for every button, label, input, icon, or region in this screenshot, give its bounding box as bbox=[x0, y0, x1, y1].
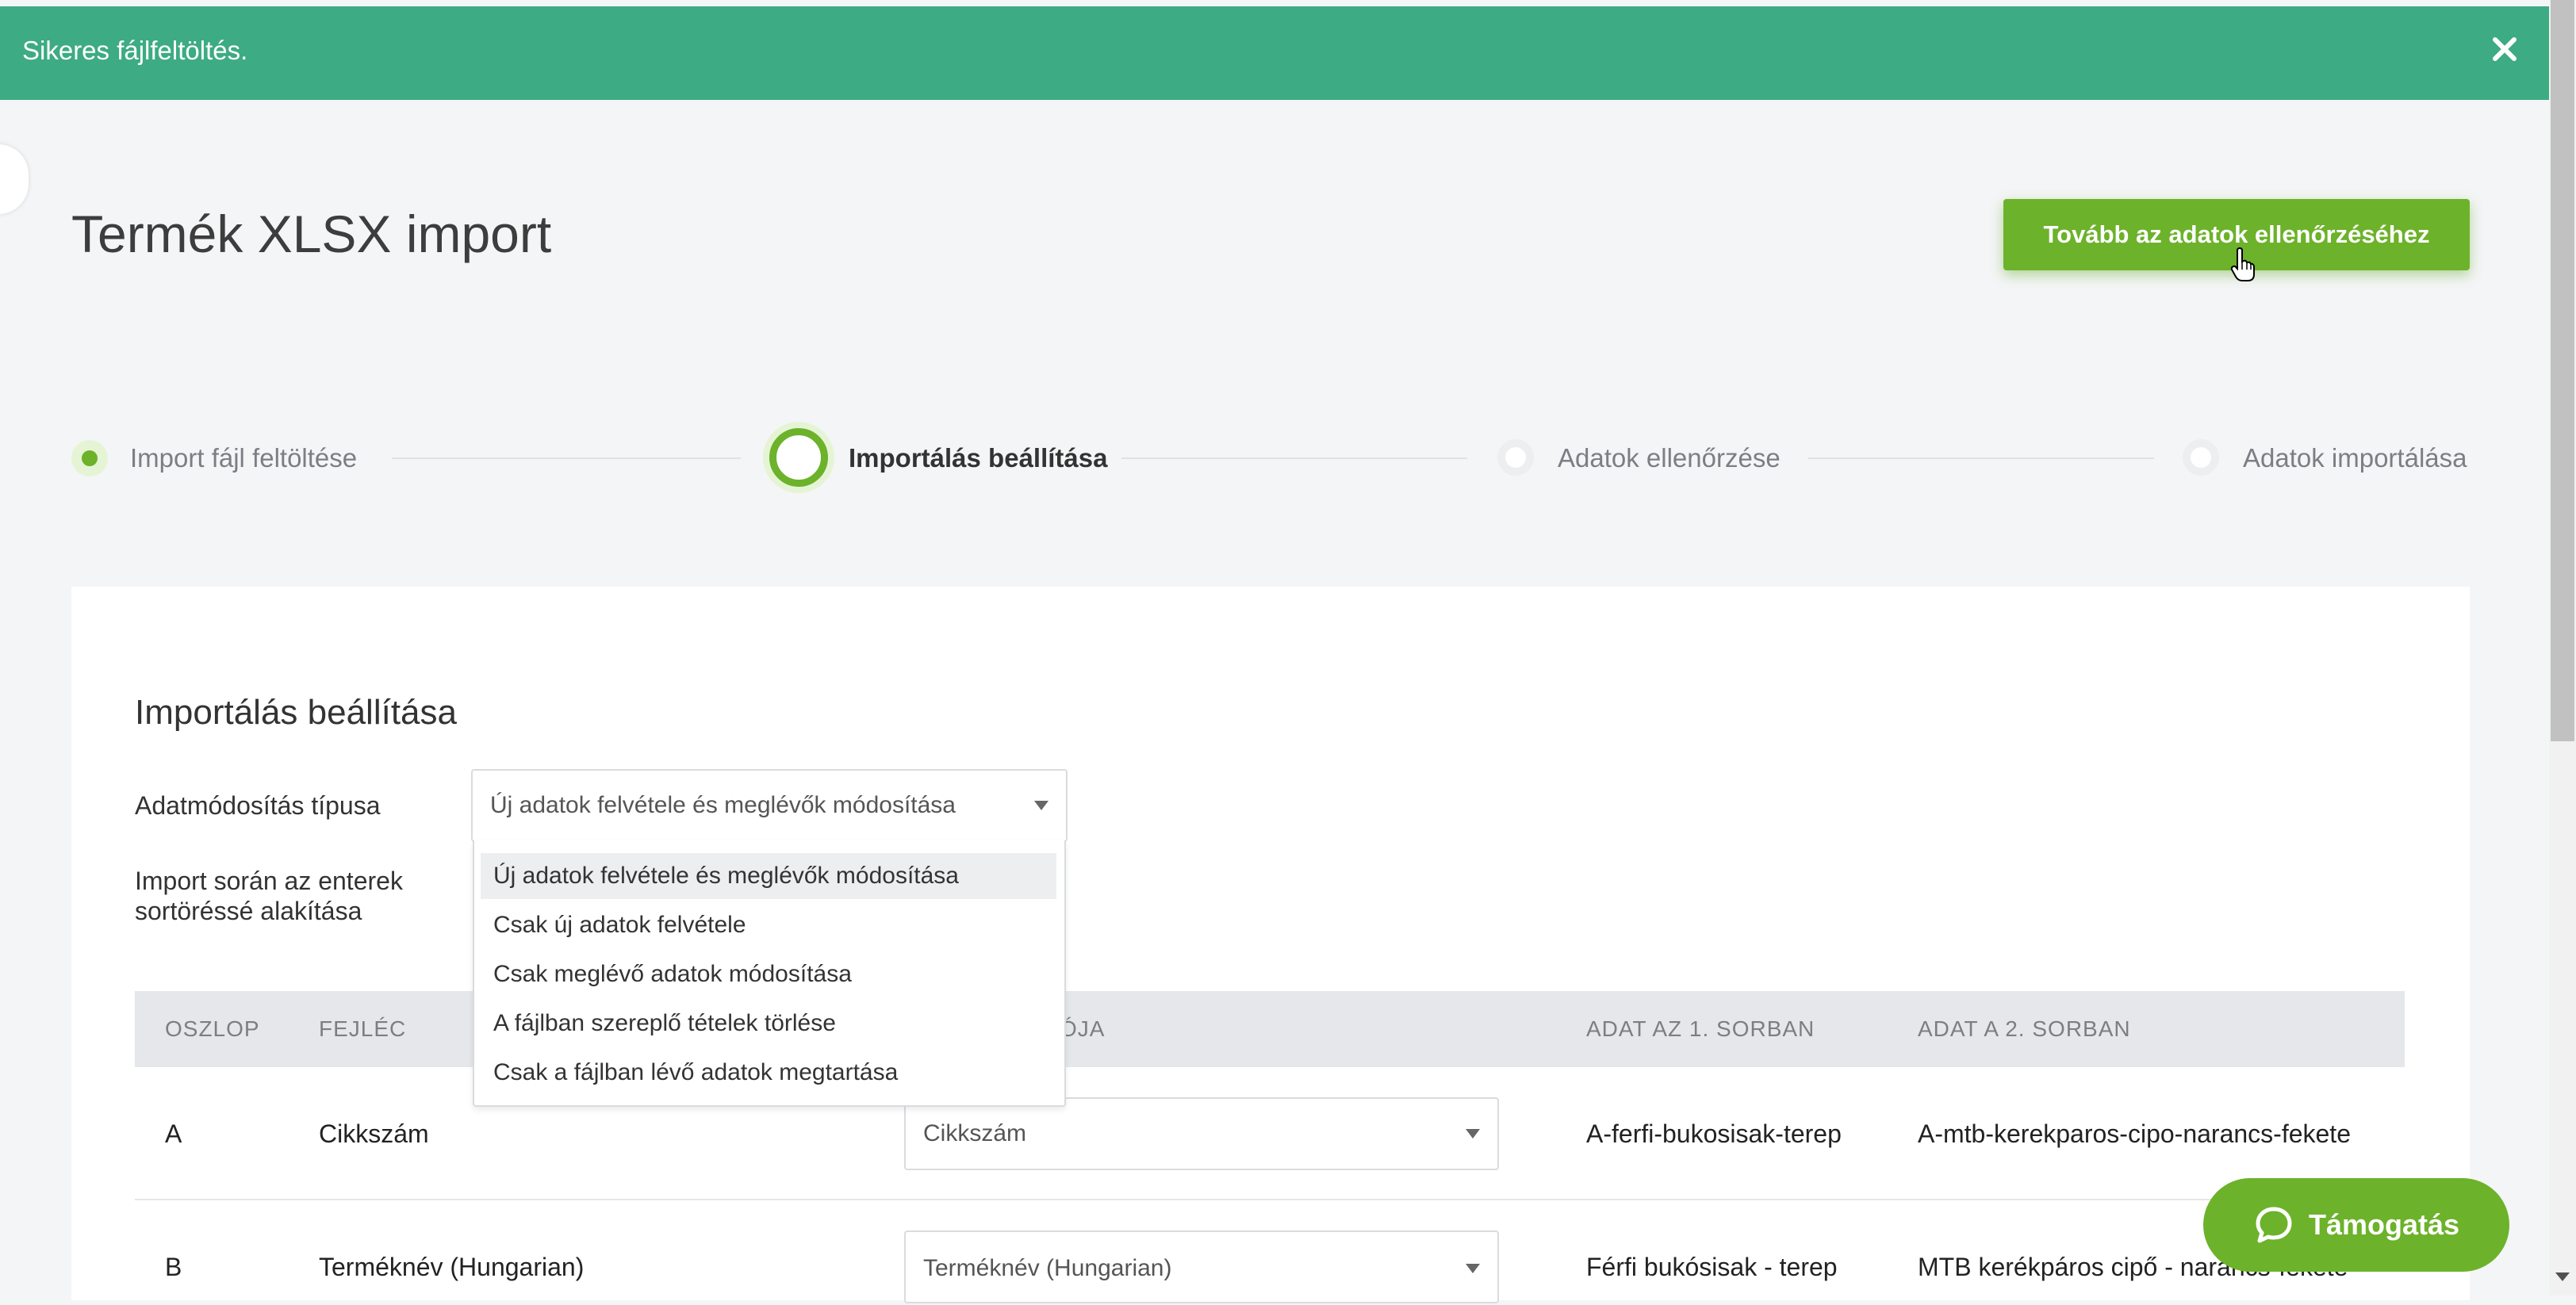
dropdown-option[interactable]: Csak meglévő adatok módosítása bbox=[481, 951, 1056, 997]
step-4-indicator bbox=[2183, 439, 2219, 476]
step-3-label: Adatok ellenőrzése bbox=[1558, 443, 1781, 473]
row-divider bbox=[135, 1199, 2405, 1200]
stepper-connector bbox=[1808, 457, 2154, 459]
column-header: OSZLOP bbox=[165, 1016, 260, 1041]
mapping-value: Terméknév (Hungarian) bbox=[923, 1255, 1172, 1281]
side-panel-toggle[interactable] bbox=[0, 144, 29, 214]
stepper-connector bbox=[392, 457, 741, 459]
chat-bubble-icon bbox=[2256, 1207, 2292, 1243]
chevron-down-icon bbox=[1034, 801, 1048, 810]
cell-header: Terméknév (Hungarian) bbox=[319, 1253, 585, 1281]
banner-message: Sikeres fájlfeltöltés. bbox=[22, 36, 248, 65]
close-icon[interactable] bbox=[2489, 33, 2520, 65]
step-3-indicator bbox=[1497, 439, 1534, 476]
modify-type-select[interactable]: Új adatok felvétele és meglévők módosítá… bbox=[471, 769, 1068, 842]
mapping-select[interactable]: Terméknév (Hungarian) bbox=[904, 1230, 1499, 1303]
mapping-select[interactable]: Cikkszám bbox=[904, 1097, 1499, 1170]
cell-row1: A-ferfi-bukosisak-terep bbox=[1586, 1119, 1842, 1148]
scroll-down-icon[interactable] bbox=[2555, 1272, 2570, 1281]
dropdown-option[interactable]: Új adatok felvétele és meglévők módosítá… bbox=[481, 853, 1056, 899]
support-button[interactable]: Támogatás bbox=[2203, 1178, 2509, 1272]
column-header: FEJLÉC bbox=[319, 1016, 407, 1041]
dropdown-option[interactable]: Csak új adatok felvétele bbox=[481, 902, 1056, 948]
stepper-connector bbox=[1121, 457, 1467, 459]
modify-type-value: Új adatok felvétele és meglévők módosítá… bbox=[490, 792, 956, 818]
modify-type-label: Adatmódosítás típusa bbox=[135, 791, 381, 820]
section-title: Importálás beállítása bbox=[135, 693, 457, 732]
cell-row2: A-mtb-kerekparos-cipo-narancs-fekete bbox=[1918, 1119, 2351, 1148]
step-1-label: Import fájl feltöltése bbox=[130, 443, 358, 473]
cell-column: B bbox=[165, 1253, 182, 1281]
page-title: Termék XLSX import bbox=[71, 205, 552, 263]
dropdown-option[interactable]: A fájlban szereplő tételek törlése bbox=[481, 1001, 1056, 1047]
hand-cursor-icon bbox=[2230, 247, 2256, 282]
modify-type-dropdown: Új adatok felvétele és meglévők módosítá… bbox=[473, 840, 1066, 1107]
step-2-indicator bbox=[769, 428, 828, 487]
step-4-label: Adatok importálása bbox=[2243, 443, 2467, 473]
step-1-indicator bbox=[71, 440, 108, 476]
mapping-value: Cikkszám bbox=[923, 1120, 1027, 1146]
cell-column: A bbox=[165, 1119, 182, 1148]
enter-linebreak-label-line2: sortöréssé alakítása bbox=[135, 897, 362, 925]
scrollbar-thumb[interactable] bbox=[2551, 0, 2574, 741]
cell-row1: Férfi bukósisak - terep bbox=[1586, 1253, 1838, 1281]
cell-header: Cikkszám bbox=[319, 1119, 429, 1148]
support-label: Támogatás bbox=[2308, 1208, 2460, 1241]
column-header: ADAT AZ 1. SORBAN bbox=[1586, 1016, 1815, 1041]
step-2-label: Importálás beállítása bbox=[849, 443, 1108, 473]
success-banner bbox=[0, 6, 2549, 100]
chevron-down-icon bbox=[1466, 1264, 1480, 1273]
enter-linebreak-label-line1: Import során az enterek bbox=[135, 867, 403, 895]
dropdown-option[interactable]: Csak a fájlban lévő adatok megtartása bbox=[481, 1050, 1056, 1096]
chevron-down-icon bbox=[1466, 1129, 1480, 1139]
column-header: ADAT A 2. SORBAN bbox=[1918, 1016, 2131, 1041]
